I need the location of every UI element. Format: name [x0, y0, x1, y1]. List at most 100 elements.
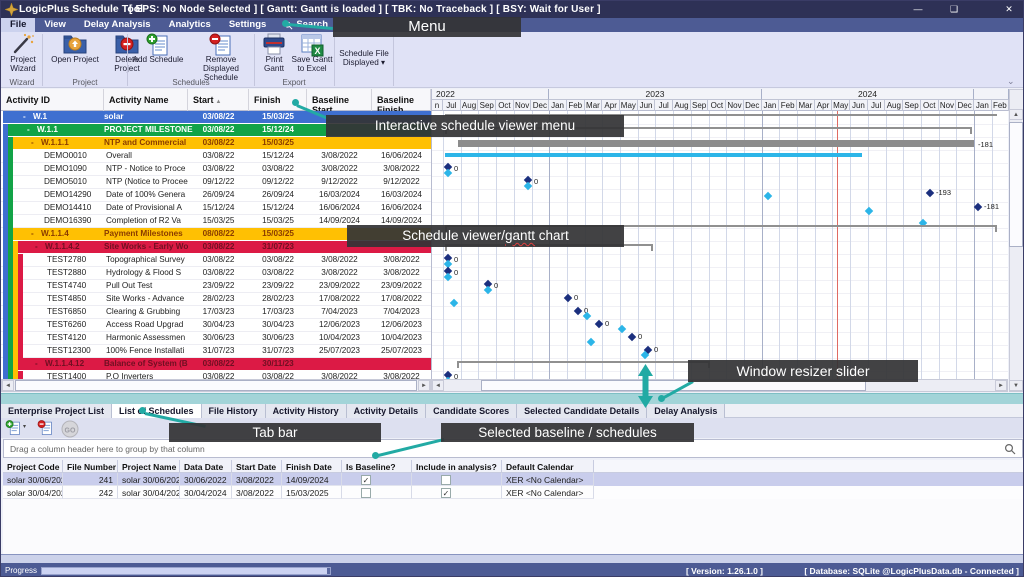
menu-item-settings[interactable]: Settings [220, 18, 275, 32]
grid-cell: solar 30/06/2022 [118, 473, 180, 486]
activity-row[interactable]: DEMO0010Overall03/08/2215/12/243/08/2022… [1, 150, 431, 163]
grid-column-header-include-in-analysis-[interactable]: Include in analysis? [412, 460, 502, 473]
activity-row[interactable]: TEST12300100% Fence Installati31/07/2331… [1, 345, 431, 358]
minimize-button[interactable]: — [903, 1, 933, 17]
grid-column-header-project-code[interactable]: Project Code [3, 460, 63, 473]
dropdown-caret-icon[interactable]: ▾ [23, 423, 26, 430]
column-header-activity-id[interactable]: Activity ID [1, 89, 104, 111]
tab-candidate-scores[interactable]: Candidate Scores [426, 404, 517, 418]
gantt-month-gridline [815, 111, 816, 379]
ribbon-group-label-project: Project [73, 78, 98, 87]
activity-row[interactable]: TEST2780Topographical Survey03/08/2203/0… [1, 254, 431, 267]
baseline-milestone-icon[interactable] [764, 192, 772, 200]
table-hscrollbar-thumb[interactable] [15, 380, 417, 391]
grid-column-header-file-number[interactable]: File Number [63, 460, 118, 473]
grid-column-header-start-date[interactable]: Start Date [232, 460, 282, 473]
add-schedule-button[interactable]: Add Schedule [129, 32, 187, 76]
include-in-analysis-checkbox[interactable]: ✓ [441, 488, 451, 498]
grid-column-header-default-calendar[interactable]: Default Calendar [502, 460, 594, 473]
menu-item-view[interactable]: View [35, 18, 74, 32]
schedule-row[interactable]: solar 30/04/2024242solar 30/04/202430/04… [3, 486, 1023, 499]
expand-collapse-icon[interactable]: - [31, 137, 34, 149]
gantt-vscrollbar-down-arrow[interactable]: ▼ [1009, 380, 1023, 391]
current-milestone-icon[interactable] [974, 203, 982, 211]
activity-row[interactable]: TEST6260Access Road Upgrad30/04/2330/04/… [1, 319, 431, 332]
tab-enterprise-project-list[interactable]: Enterprise Project List [1, 404, 112, 418]
maximize-button[interactable]: ❑ [939, 1, 969, 17]
grid-column-header-finish-date[interactable]: Finish Date [282, 460, 342, 473]
open-project-button[interactable]: Open Project [45, 32, 105, 76]
tab-selected-candidate-details[interactable]: Selected Candidate Details [517, 404, 647, 418]
activity-finish: 09/12/22 [249, 176, 307, 188]
menu-item-delay-analysis[interactable]: Delay Analysis [75, 18, 160, 32]
grid-column-header-is-baseline-[interactable]: Is Baseline? [342, 460, 412, 473]
activity-row[interactable]: DEMO5010NTP (Notice to Procee09/12/2209/… [1, 176, 431, 189]
gantt-hscrollbar-right-arrow[interactable]: ► [995, 380, 1007, 391]
close-button[interactable]: ✕ [994, 1, 1024, 17]
menu-item-analytics[interactable]: Analytics [160, 18, 220, 32]
current-milestone-icon[interactable] [574, 307, 582, 315]
button-label: Add Schedule [129, 55, 187, 64]
add-schedule-small[interactable] [5, 420, 23, 437]
collapse-ribbon-icon[interactable]: ⌄ [1007, 76, 1015, 87]
grid-column-header-data-date[interactable]: Data Date [180, 460, 232, 473]
include-in-analysis-checkbox[interactable] [441, 475, 451, 485]
baseline-bar[interactable] [445, 153, 862, 157]
is-baseline-checkbox[interactable]: ✓ [361, 475, 371, 485]
remove-displayed-schedule-button[interactable]: Remove DisplayedSchedule [187, 32, 255, 76]
expand-collapse-icon[interactable]: - [31, 228, 34, 240]
activity-name: Clearing & Grubbing [106, 306, 188, 318]
table-hscrollbar-left-arrow[interactable]: ◄ [2, 380, 14, 391]
tab-activity-history[interactable]: Activity History [266, 404, 347, 418]
activity-row[interactable]: DEMO1090NTP - Notice to Proce03/08/2203/… [1, 163, 431, 176]
expand-collapse-icon[interactable]: - [35, 358, 38, 370]
activity-row[interactable]: TEST4740Pull Out Test23/09/2223/09/2223/… [1, 280, 431, 293]
activity-row[interactable]: DEMO14410Date of Provisional A15/12/2415… [1, 202, 431, 215]
search-icon[interactable] [1004, 443, 1016, 455]
expand-collapse-icon[interactable]: - [27, 124, 30, 136]
activity-row[interactable]: TEST4850Site Works - Advance28/02/2328/0… [1, 293, 431, 306]
current-milestone-icon[interactable] [564, 294, 572, 302]
tab-activity-details[interactable]: Activity Details [347, 404, 427, 418]
menu-item-file[interactable]: File [1, 18, 35, 32]
activity-name: Topographical Survey [106, 254, 188, 266]
column-header-start[interactable]: Start▲ [188, 89, 249, 111]
baseline-milestone-icon[interactable] [865, 207, 873, 215]
activity-row[interactable]: DEMO14290Date of 100% Genera26/09/2426/0… [1, 189, 431, 202]
column-header-baseline-start[interactable]: Baseline Start [307, 89, 372, 111]
project-wizard-button[interactable]: ProjectWizard [3, 32, 43, 76]
activity-row[interactable]: TEST4120Harmonic Assessmen30/06/2330/06/… [1, 332, 431, 345]
schedule-row[interactable]: solar 30/06/2022241solar 30/06/202230/06… [3, 473, 1023, 486]
activity-id: DEMO14290 [44, 189, 104, 201]
expand-collapse-icon[interactable]: - [35, 241, 38, 253]
baseline-finish: 3/08/2022 [372, 267, 431, 279]
print-gantt-button[interactable]: PrintGantt [257, 32, 291, 76]
activity-row[interactable]: TEST6850Clearing & Grubbing17/03/2317/03… [1, 306, 431, 319]
table-hscrollbar-right-arrow[interactable]: ► [418, 380, 430, 391]
column-header-baseline-finish[interactable]: Baseline Finish [372, 89, 431, 111]
tab-delay-analysis[interactable]: Delay Analysis [647, 404, 725, 418]
gantt-hscrollbar-left-arrow[interactable]: ◄ [432, 380, 444, 391]
schedule-file-displayed-button[interactable]: Schedule FileDisplayed ▾ [337, 32, 391, 76]
timeline-month: Jan [549, 100, 567, 111]
activity-row[interactable]: -W.1.1.1NTP and Commercial03/08/2215/03/… [1, 137, 431, 150]
tab-file-history[interactable]: File History [202, 404, 266, 418]
activity-row[interactable]: -W.1.1.4.12Balance of System (B03/08/223… [1, 358, 431, 371]
grid-column-header-project-name[interactable]: Project Name [118, 460, 180, 473]
is-baseline-checkbox[interactable] [361, 488, 371, 498]
gantt-vscrollbar-thumb[interactable] [1009, 122, 1023, 247]
current-milestone-icon[interactable] [628, 333, 636, 341]
save-gantt-to-excel-button[interactable]: XSave Ganttto Excel [291, 32, 333, 76]
timeline-month: Jan [974, 100, 992, 111]
remove-schedule-small[interactable] [37, 420, 55, 437]
activity-row[interactable]: TEST1400P.O Inverters03/08/2203/08/223/0… [1, 371, 431, 379]
gantt-summary-line[interactable] [457, 361, 710, 363]
timeline-month: Sep [478, 100, 496, 111]
current-milestone-icon[interactable] [926, 189, 934, 197]
gantt-summary-bar[interactable] [458, 140, 974, 147]
expand-collapse-icon[interactable]: - [23, 111, 26, 123]
window-resizer-slider[interactable] [1, 393, 1024, 404]
gantt-vscrollbar-up-arrow[interactable]: ▲ [1009, 109, 1023, 120]
activity-row[interactable]: TEST2880Hydrology & Flood S03/08/2203/08… [1, 267, 431, 280]
column-header-activity-name[interactable]: Activity Name [104, 89, 188, 111]
